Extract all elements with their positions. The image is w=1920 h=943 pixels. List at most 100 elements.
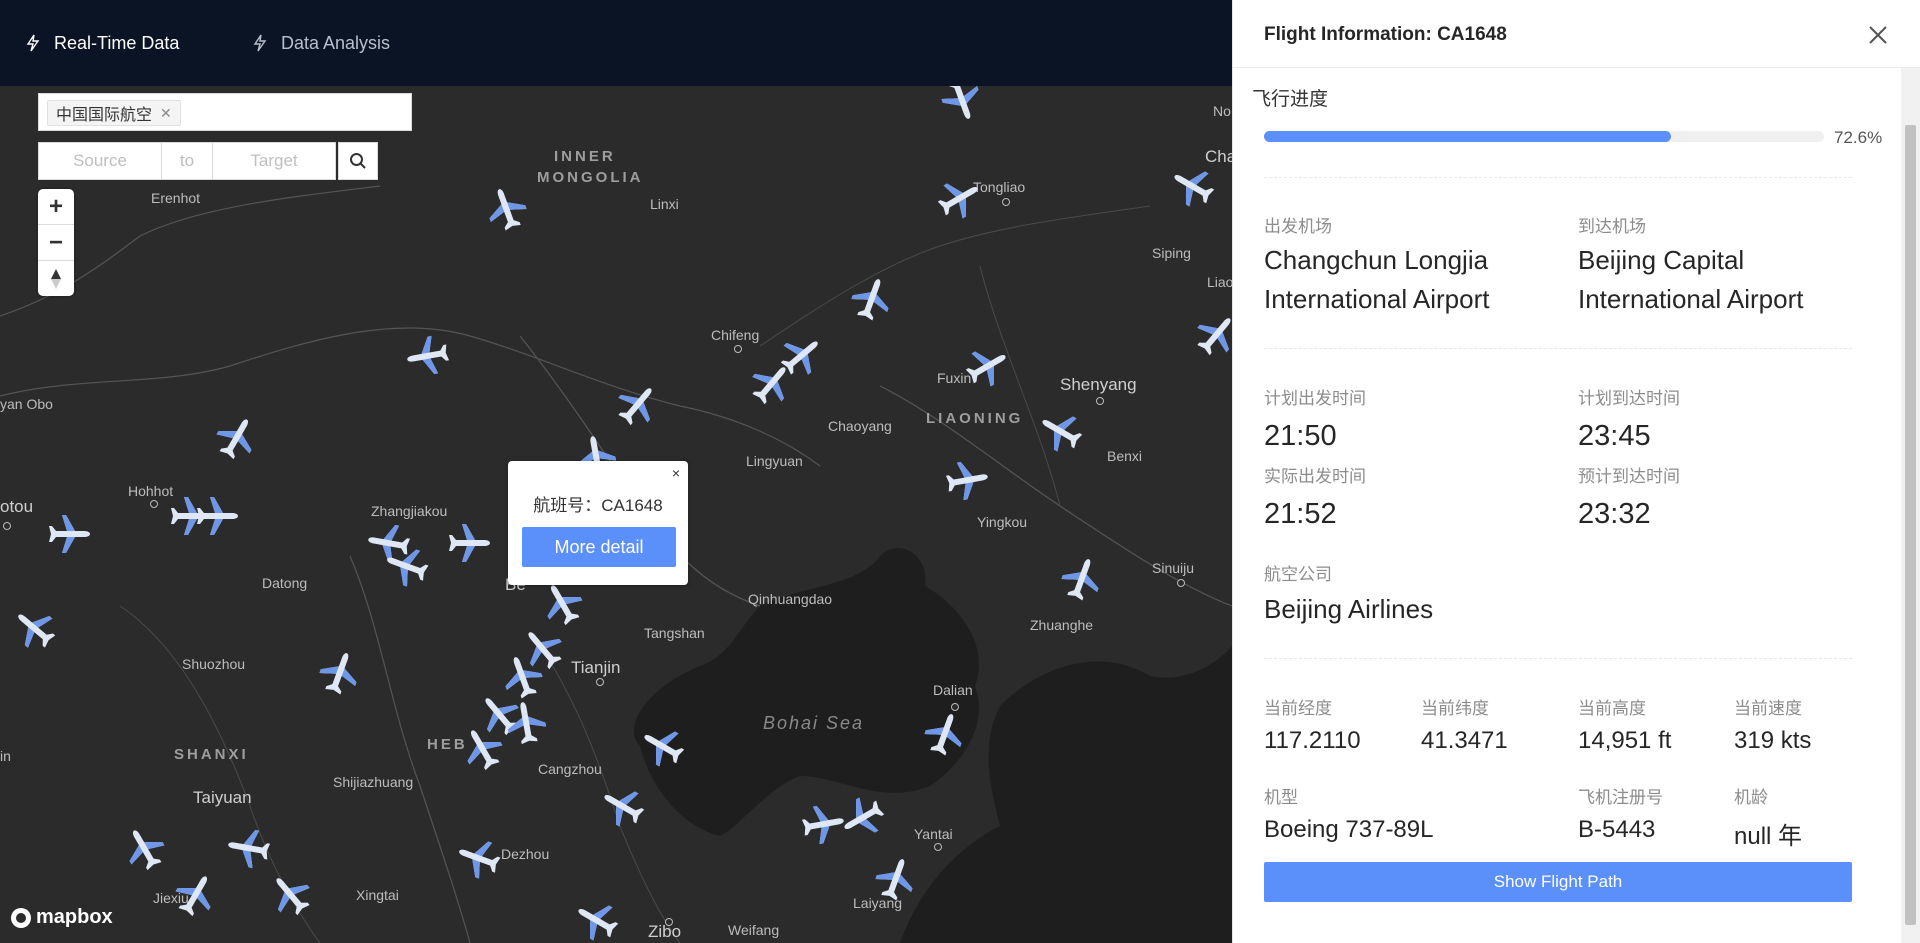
city-dot <box>665 918 673 926</box>
aircraft-marker[interactable] <box>943 455 994 506</box>
place-label: Tangshan <box>644 625 705 641</box>
place-label: Shijiazhuang <box>333 774 414 790</box>
divider <box>1264 177 1852 178</box>
aircraft-marker[interactable] <box>501 697 552 748</box>
place-label: Tianjin <box>571 658 621 677</box>
plus-icon: + <box>48 192 63 220</box>
arrival-airport-label: 到达机场 <box>1578 217 1646 236</box>
airline-value: Beijing Airlines <box>1264 594 1434 624</box>
place-label: Yingkou <box>977 514 1028 530</box>
altitude-value: 14,951 ft <box>1578 727 1672 754</box>
aircraft-marker[interactable] <box>223 823 274 874</box>
city-dot <box>1177 579 1185 587</box>
scrollbar-thumb[interactable] <box>1905 125 1916 925</box>
aircraft-age-value: null 年 <box>1734 823 1803 850</box>
place-label: Cha <box>1205 147 1232 166</box>
place-label: Cangzhou <box>538 761 602 777</box>
top-nav: Real-Time Data Data Analysis <box>0 0 1232 86</box>
place-label: Zhuanghe <box>1030 617 1094 633</box>
place-label: Dezhou <box>501 846 550 862</box>
nav-tab-real-time-data[interactable]: Real-Time Data <box>26 0 179 86</box>
remove-tag-icon[interactable]: ✕ <box>160 105 172 122</box>
airline-filter-select[interactable]: 中国国际航空 ✕ <box>38 93 412 131</box>
flight-popup: × 航班号：CA1648 More detail <box>508 461 688 585</box>
place-label: Shenyang <box>1060 375 1137 394</box>
close-icon[interactable] <box>1867 24 1889 46</box>
estimated-arrival-label: 预计到达时间 <box>1578 467 1680 486</box>
city-dot <box>734 345 742 353</box>
departure-airport-line2: International Airport <box>1264 284 1490 314</box>
zoom-in-button[interactable]: + <box>38 189 74 225</box>
place-label: otou <box>0 497 34 516</box>
place-label: Benxi <box>1107 448 1143 464</box>
popup-flight-number: 航班号：CA1648 <box>533 496 663 515</box>
place-label: Linxi <box>650 196 679 212</box>
airline-label: 航空公司 <box>1264 565 1332 584</box>
region-label: INNER <box>554 148 616 165</box>
place-label: Shuozhou <box>182 656 246 672</box>
place-label: Taiyuan <box>193 788 252 807</box>
city-dot <box>1096 397 1104 405</box>
aircraft-marker[interactable] <box>48 512 92 556</box>
city-dot <box>1002 198 1010 206</box>
place-label: Zibo <box>648 922 682 941</box>
sea-label: Bohai Sea <box>763 713 865 733</box>
airline-filter-tag: 中国国际航空 ✕ <box>47 100 181 126</box>
nav-tab-label: Real-Time Data <box>54 32 180 53</box>
longitude-label: 当前经度 <box>1264 699 1332 718</box>
place-label: Erenhot <box>151 190 201 206</box>
altitude-label: 当前高度 <box>1578 699 1646 718</box>
place-label: Qinhuangdao <box>748 591 833 607</box>
mapbox-logo[interactable]: mapbox <box>10 906 113 929</box>
departure-airport-line1: Changchun Longjia <box>1264 245 1489 275</box>
source-input[interactable]: Source <box>38 142 162 180</box>
scheduled-departure-value: 21:50 <box>1264 420 1337 452</box>
target-input[interactable]: Target <box>212 142 336 180</box>
place-label: Liao <box>1207 274 1232 290</box>
compass-button[interactable] <box>38 261 74 296</box>
registration-value: B-5443 <box>1578 816 1656 843</box>
popup-close-button[interactable]: × <box>672 465 680 481</box>
flight-progress-bar <box>1264 131 1824 142</box>
place-label: Dalian <box>933 682 973 698</box>
compass-icon <box>51 268 61 289</box>
progress-label: 飞行进度 <box>1252 89 1329 110</box>
flight-info-panel: Flight Information: CA1648 飞行进度 72.6% 出发… <box>1232 0 1920 943</box>
aircraft-age-label: 机龄 <box>1734 788 1768 807</box>
divider <box>1264 348 1852 349</box>
aircraft-model-label: 机型 <box>1264 788 1298 807</box>
divider <box>1264 658 1852 659</box>
route-separator: to <box>162 142 212 180</box>
more-detail-button[interactable]: More detail <box>522 527 676 567</box>
place-label: Datong <box>262 575 308 591</box>
latitude-label: 当前纬度 <box>1421 699 1489 718</box>
scheduled-arrival-value: 23:45 <box>1578 420 1651 452</box>
city-dot <box>150 500 158 508</box>
place-label: Chifeng <box>711 327 760 343</box>
region-label: MONGOLIA <box>537 169 644 186</box>
progress-percent: 72.6% <box>1834 128 1883 147</box>
panel-title: Flight Information: CA1648 <box>1264 24 1507 45</box>
panel-scrollbar[interactable] <box>1901 68 1920 943</box>
place-label: Zhangjiakou <box>371 503 448 519</box>
zoom-out-button[interactable]: − <box>38 225 74 261</box>
place-label: yan Obo <box>0 396 53 412</box>
place-label: Sinuiju <box>1152 560 1195 576</box>
aircraft-marker[interactable] <box>448 521 492 565</box>
place-label: No <box>1213 103 1231 119</box>
nav-tab-data-analysis[interactable]: Data Analysis <box>253 0 390 86</box>
search-button[interactable] <box>338 142 378 180</box>
place-label: Siping <box>1152 245 1191 261</box>
aircraft-marker[interactable] <box>196 494 240 538</box>
region-label: SHANXI <box>174 746 249 763</box>
lightning-icon <box>26 34 40 52</box>
place-label: Hohhot <box>128 483 174 499</box>
place-label: Chaoyang <box>828 418 892 434</box>
nav-tab-label: Data Analysis <box>281 32 391 53</box>
show-flight-path-button[interactable]: Show Flight Path <box>1264 862 1852 902</box>
departure-airport-label: 出发机场 <box>1264 217 1332 236</box>
mapbox-icon <box>11 907 31 928</box>
speed-value: 319 kts <box>1734 727 1812 754</box>
scheduled-departure-label: 计划出发时间 <box>1264 389 1366 408</box>
aircraft-marker[interactable] <box>402 331 453 382</box>
